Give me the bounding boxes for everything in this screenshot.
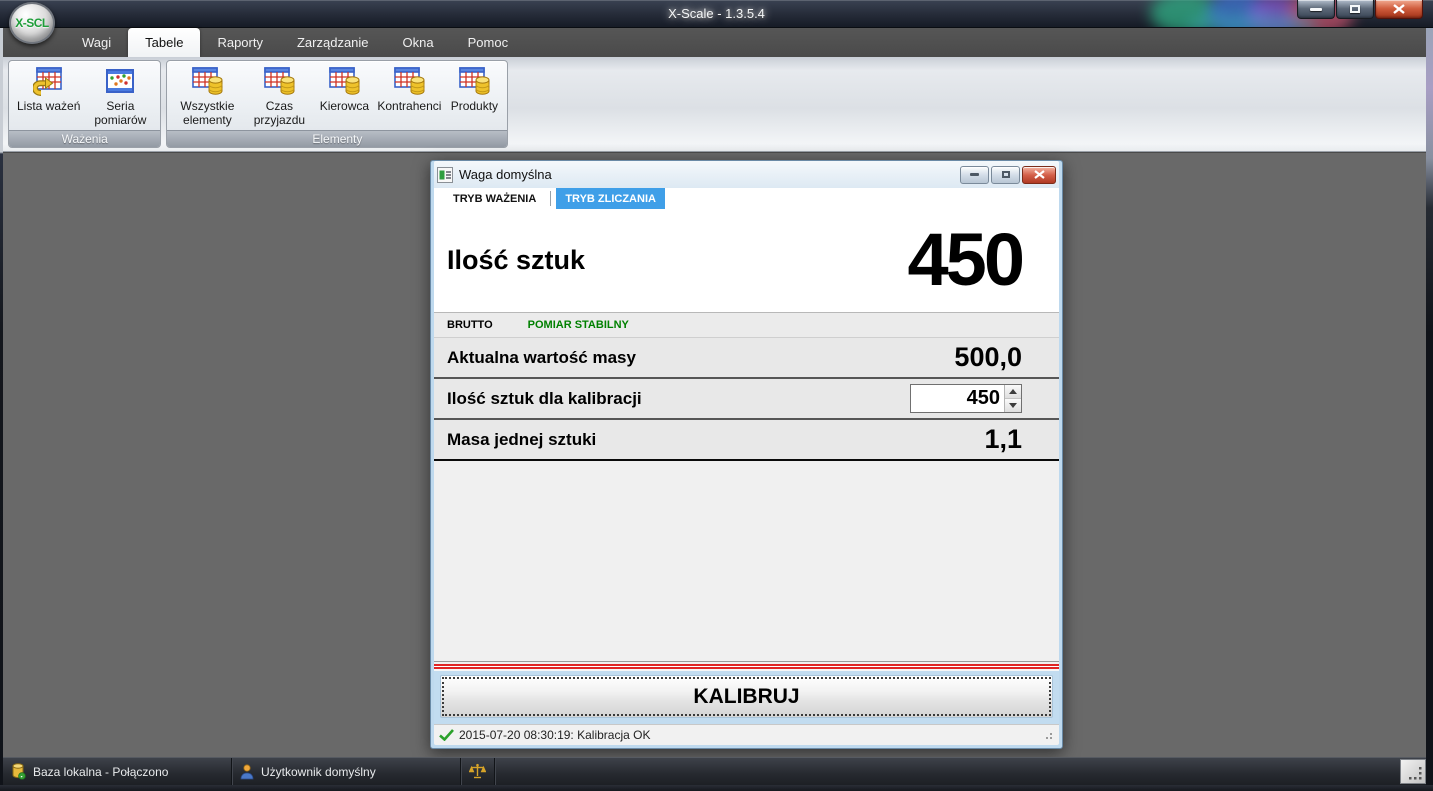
ribbon-button-czas-przyjazdu[interactable]: Czas przyjazdu xyxy=(243,63,315,127)
menu-tab-wagi[interactable]: Wagi xyxy=(65,28,128,57)
menu-tab-zarzadzanie[interactable]: Zarządzanie xyxy=(280,28,386,57)
user-status: Użytkownik domyślny xyxy=(232,758,461,785)
user-icon xyxy=(240,764,254,780)
calibrate-button-row: KALIBRUJ xyxy=(434,671,1059,724)
close-button[interactable] xyxy=(1375,0,1423,19)
ribbon-button-label: Czas przyjazdu xyxy=(247,99,311,127)
ribbon-button-label: Produkty xyxy=(451,99,498,113)
dialog-app-icon xyxy=(437,167,453,183)
current-mass-value: 500,0 xyxy=(954,342,1022,373)
maximize-button[interactable] xyxy=(1336,0,1374,19)
dialog-title: Waga domyślna xyxy=(459,167,958,182)
dialog-close-button[interactable] xyxy=(1022,166,1056,184)
table-undo-icon xyxy=(32,65,66,97)
current-mass-row: Aktualna wartość masy 500,0 xyxy=(434,338,1059,379)
red-separator xyxy=(434,661,1059,671)
tab-tryb-zliczania[interactable]: TRYB ZLICZANIA xyxy=(556,188,665,209)
spinner-down-button[interactable] xyxy=(1005,399,1021,412)
stable-measure-label: POMIAR STABILNY xyxy=(528,319,629,331)
menu-tab-okna[interactable]: Okna xyxy=(386,28,451,57)
dialog-empty-area xyxy=(434,461,1059,661)
scale-status xyxy=(461,758,495,785)
table-db-icon xyxy=(457,65,491,97)
tab-tryb-wazenia[interactable]: TRYB WAŻENIA xyxy=(444,188,545,209)
measure-status-row: BRUTTO POMIAR STABILNY xyxy=(434,312,1059,338)
mdi-workspace: Waga domyślna TRYB WAŻENIA TRYB ZLICZANI… xyxy=(3,152,1426,757)
table-db-icon xyxy=(392,65,426,97)
calibration-count-input[interactable] xyxy=(911,385,1004,412)
dialog-minimize-button[interactable] xyxy=(960,166,989,184)
unit-mass-label: Masa jednej sztuki xyxy=(447,430,596,450)
app-statusbar: Baza lokalna - Połączono Użytkownik domy… xyxy=(3,757,1426,785)
menu-tab-tabele[interactable]: Tabele xyxy=(128,28,200,57)
scale-icon xyxy=(469,763,486,780)
ribbon-group-elementy: Wszystkie elementy Czas przyjazdu xyxy=(166,60,508,148)
piece-count-value: 450 xyxy=(908,227,1022,294)
ribbon-group-label: Elementy xyxy=(167,130,507,147)
window-title: X-Scale - 1.3.5.4 xyxy=(668,6,765,21)
calibration-count-row: Ilość sztuk dla kalibracji xyxy=(434,379,1059,420)
ribbon-button-label: Kierowca xyxy=(320,99,369,113)
database-status: Baza lokalna - Połączono xyxy=(3,758,232,785)
ribbon-button-label: Seria pomiarów xyxy=(88,99,152,127)
ribbon-button-wszystkie-elementy[interactable]: Wszystkie elementy xyxy=(171,63,243,127)
maximize-icon xyxy=(1350,5,1360,13)
app-logo-label: X-SCL xyxy=(15,16,49,30)
ribbon-group-label: Ważenia xyxy=(9,130,160,147)
window-left-border xyxy=(0,28,3,791)
restore-icon xyxy=(1002,171,1010,178)
user-status-text: Użytkownik domyślny xyxy=(261,765,376,779)
chevron-down-icon xyxy=(1009,403,1017,408)
gross-label: BRUTTO xyxy=(447,319,493,331)
dialog-waga-domyslna: Waga domyślna TRYB WAŻENIA TRYB ZLICZANI… xyxy=(430,160,1063,749)
chevron-up-icon xyxy=(1009,389,1017,394)
menu-tab-pomoc[interactable]: Pomoc xyxy=(451,28,525,57)
dialog-restore-button[interactable] xyxy=(991,166,1020,184)
kalibruj-button[interactable]: KALIBRUJ xyxy=(440,675,1053,718)
minimize-icon xyxy=(1310,8,1322,11)
dialog-statusbar: 2015-07-20 08:30:19: Kalibracja OK xyxy=(434,724,1059,745)
window-titlebar[interactable]: X-Scale - 1.3.5.4 xyxy=(0,0,1433,28)
close-icon xyxy=(1034,170,1045,179)
calibration-count-stepper xyxy=(910,384,1022,413)
menu-tab-raporty[interactable]: Raporty xyxy=(200,28,280,57)
ribbon-button-seria-pomiarow[interactable]: Seria pomiarów xyxy=(84,63,156,127)
ribbon-group-wazenia: Lista ważeń xyxy=(8,60,161,148)
minimize-icon xyxy=(970,173,979,176)
unit-mass-value: 1,1 xyxy=(984,424,1022,455)
database-icon xyxy=(11,763,26,780)
calibration-count-label: Ilość sztuk dla kalibracji xyxy=(447,389,642,409)
table-db-icon xyxy=(190,65,224,97)
ribbon-button-kontrahenci[interactable]: Kontrahenci xyxy=(373,63,445,113)
minimize-button[interactable] xyxy=(1297,0,1335,19)
ribbon-button-kierowca[interactable]: Kierowca xyxy=(315,63,373,113)
window-bottom-border xyxy=(0,785,1433,791)
table-db-icon xyxy=(262,65,296,97)
ribbon-button-produkty[interactable]: Produkty xyxy=(445,63,503,113)
unit-mass-row: Masa jednej sztuki 1,1 xyxy=(434,420,1059,461)
current-mass-label: Aktualna wartość masy xyxy=(447,348,636,368)
dialog-status-message: 2015-07-20 08:30:19: Kalibracja OK xyxy=(459,728,650,742)
app-logo-button[interactable]: X-SCL xyxy=(9,2,55,44)
ribbon-button-label: Wszystkie elementy xyxy=(175,99,239,127)
ribbon-button-label: Kontrahenci xyxy=(377,99,441,113)
dialog-titlebar[interactable]: Waga domyślna xyxy=(434,161,1059,188)
ribbon: Lista ważeń xyxy=(3,57,1426,152)
scatter-chart-icon xyxy=(103,65,137,97)
dialog-resize-grip[interactable] xyxy=(1043,729,1054,745)
window-right-border xyxy=(1426,28,1433,791)
menu-tabbar: Wagi Tabele Raporty Zarządzanie Okna Pom… xyxy=(3,28,1426,57)
spinner-up-button[interactable] xyxy=(1005,385,1021,399)
table-db-icon xyxy=(327,65,361,97)
piece-count-display: Ilość sztuk 450 xyxy=(434,209,1059,312)
dialog-tabbar: TRYB WAŻENIA TRYB ZLICZANIA xyxy=(434,188,1059,209)
ribbon-button-lista-wazen[interactable]: Lista ważeń xyxy=(13,63,84,113)
window-resize-grip[interactable] xyxy=(1400,759,1426,784)
piece-count-label: Ilość sztuk xyxy=(447,245,585,276)
database-status-text: Baza lokalna - Połączono xyxy=(33,765,168,779)
ribbon-button-label: Lista ważeń xyxy=(17,99,80,113)
check-icon xyxy=(439,729,454,741)
tab-separator xyxy=(550,191,551,206)
close-icon xyxy=(1393,4,1405,14)
